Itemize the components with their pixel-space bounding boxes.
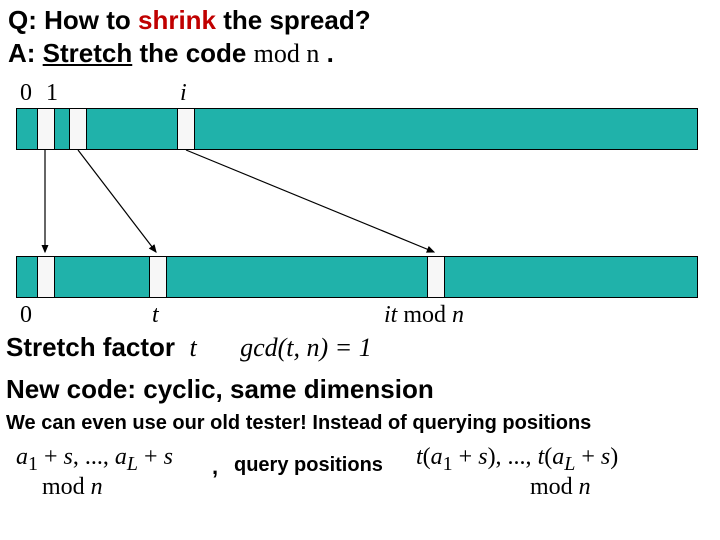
bottom-row: a1 + s, ..., aL + s mod n , query positi… (0, 444, 720, 524)
question-line: Q: How to shrink the spread? (8, 4, 371, 37)
modn: mod n (254, 39, 320, 68)
label-top-0: 0 (20, 80, 32, 107)
expr-original-modn: mod n (42, 474, 103, 501)
label-top-i: i (180, 80, 187, 107)
q-suffix: the spread? (216, 5, 371, 35)
bar-bottom (16, 256, 698, 298)
a-prefix: A: (8, 38, 43, 68)
seg-bot-1 (37, 257, 55, 297)
stretch-factor-line: Stretch factor t gcd(t, n) = 1 (6, 332, 372, 363)
expr-original: a1 + s, ..., aL + s (16, 444, 173, 476)
stretch-word: Stretch (43, 38, 133, 68)
answer-line: A: Stretch the code mod n . (8, 37, 371, 71)
new-code-line: New code: cyclic, same dimension (6, 374, 434, 405)
seg-top-2 (69, 109, 87, 149)
stretch-factor-t: t (190, 333, 197, 362)
a-end: . (319, 38, 333, 68)
label-bot-t: t (152, 302, 159, 329)
seg-top-1 (37, 109, 55, 149)
seg-bot-i (427, 257, 445, 297)
bar-top (16, 108, 698, 150)
a-mid: the code (132, 38, 253, 68)
gcd-expr: gcd(t, n) = 1 (240, 333, 372, 362)
shrink-word: shrink (138, 5, 216, 35)
seg-bot-2 (149, 257, 167, 297)
label-top-1: 1 (46, 80, 58, 107)
query-positions-label: query positions (234, 454, 383, 477)
expr-new: t(a1 + s), ..., t(aL + s) (416, 444, 618, 476)
q-prefix: Q: How to (8, 5, 138, 35)
label-bot-itmodn: it mod n (384, 302, 464, 329)
comma: , (212, 454, 218, 480)
stretch-factor-label: Stretch factor (6, 332, 175, 362)
expr-new-modn: mod n (530, 474, 591, 501)
label-bot-0: 0 (20, 302, 32, 329)
qa-block: Q: How to shrink the spread? A: Stretch … (8, 4, 371, 70)
seg-top-i (177, 109, 195, 149)
tester-line: We can even use our old tester! Instead … (6, 412, 591, 435)
